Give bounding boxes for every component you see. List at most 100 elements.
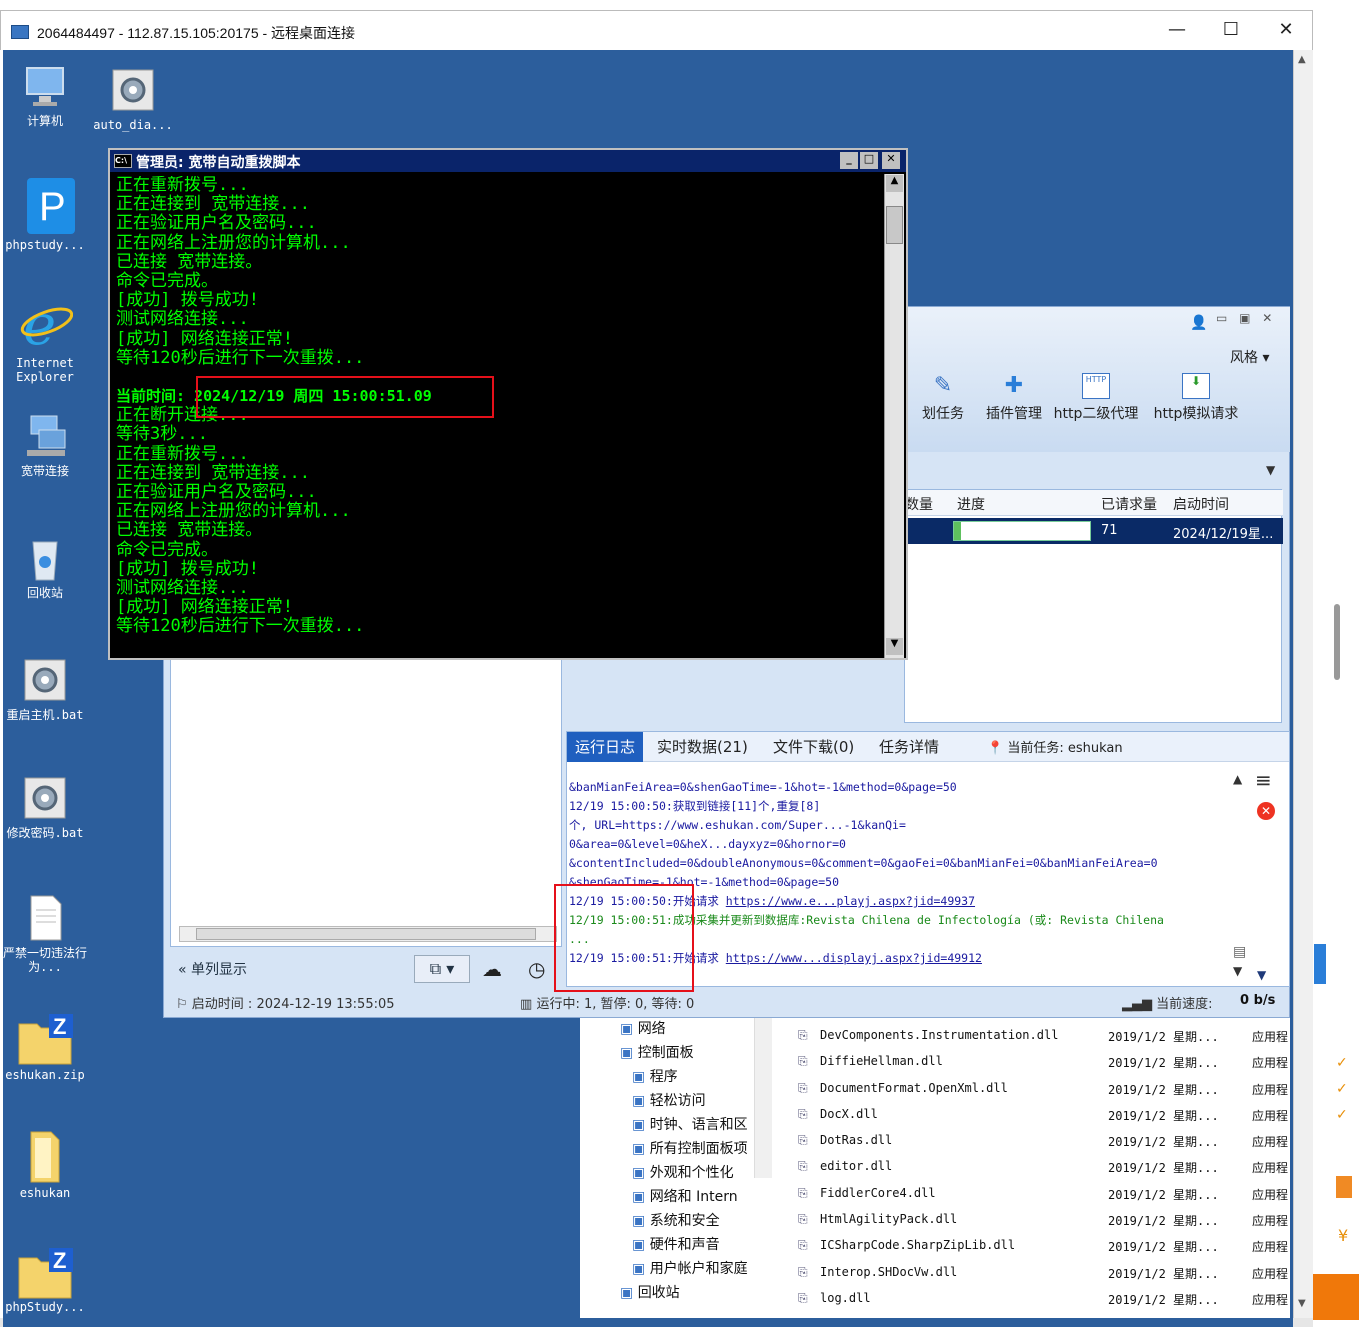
sitemap-dropdown-button[interactable]: ⧉ ▾ [414,955,470,983]
tab-realtime-data[interactable]: 实时数据(21) [657,736,748,757]
cloud-download-icon[interactable]: ☁ [482,957,502,981]
cmd-close-button[interactable]: ✕ [882,152,900,169]
left-panel-hscrollbar[interactable] [179,926,557,942]
outer-scrollbar-thumb[interactable] [1334,604,1340,680]
file-row[interactable]: ⎘ FiddlerCore4.dll 2019/1/2 星期... 应用程 [798,1186,1288,1212]
svg-text:Z: Z [53,1014,66,1039]
tree-item[interactable]: ▣ 用户帐户和家庭 [600,1258,780,1282]
file-name: HtmlAgilityPack.dll [820,1212,958,1227]
tree-item[interactable]: ▣ 轻松访问 [600,1090,780,1114]
desktop-icon-eshukan-folder[interactable]: eshukan [3,1126,87,1200]
style-menu[interactable]: 风格 ▾ [1230,347,1269,367]
tree-scrollbar[interactable] [754,1018,772,1178]
cmd-line: 等待3秒... [116,424,208,445]
tree-item[interactable]: ▣ 控制面板 [600,1042,780,1066]
log-scroll-up-icon[interactable]: ▲ [1233,772,1242,786]
dll-file-icon: ⎘ [798,1028,808,1042]
scroll-down-arrow-icon[interactable]: ▼ [1298,1298,1306,1309]
desktop-icon-auto-dial[interactable]: auto_dia... [91,66,175,132]
col-count[interactable]: 数量 [905,494,933,514]
running-status-text: 运行中: 1, 暂停: 0, 等待: 0 [536,997,695,1012]
col-progress[interactable]: 进度 [957,494,985,514]
file-date: 2019/1/2 星期... [1108,1187,1219,1202]
desktop-icon-label: phpStudy... [5,1300,85,1314]
log-line-text: 12/19 15:00:50:获取到链接[11]个,重复[8] [569,799,821,813]
desktop-icon-text-file[interactable]: 严禁一切违法行为... [3,894,87,974]
tree-item[interactable]: ▣ 时钟、语言和区 [600,1114,780,1138]
close-button[interactable]: ✕ [1266,15,1306,45]
single-column-toggle[interactable]: « 单列显示 [178,959,247,979]
desktop-icon-recycle-bin[interactable]: 回收站 [3,534,87,600]
col-requested[interactable]: 已请求量 [1101,494,1157,514]
tree-item[interactable]: ▣ 网络 [600,1018,780,1042]
ribbon-button-http-proxy[interactable]: HTTP http二级代理 [1038,373,1154,423]
dll-file-icon: ⎘ [798,1133,808,1148]
recycle-bin-icon [21,534,69,582]
tab-run-log[interactable]: 运行日志 [567,732,644,762]
file-row[interactable]: ⎘ DiffieHellman.dll 2019/1/2 星期... 应用程 [798,1054,1288,1080]
file-row[interactable]: ⎘ HtmlAgilityPack.dll 2019/1/2 星期... 应用程 [798,1212,1288,1238]
scroll-up-arrow-icon[interactable]: ▲ [1298,54,1306,65]
single-column-label: 单列显示 [191,962,248,978]
clear-log-icon[interactable]: ✕ [1257,802,1275,820]
file-type: 应用程 [1252,1214,1289,1229]
desktop-icon-ie[interactable]: e Internet Explorer [3,293,87,384]
gear-file-icon [21,656,69,704]
file-row[interactable]: ⎘ DocX.dll 2019/1/2 星期... 应用程 [798,1107,1288,1133]
cmd-scrollbar[interactable]: ▲ ▼ [884,174,904,658]
tree-item[interactable]: ▣ 所有控制面板项 [600,1138,780,1162]
clock-icon[interactable]: ◷ [528,957,545,981]
file-row[interactable]: ⎘ log.dll 2019/1/2 星期... 应用程 [798,1291,1288,1317]
collapse-arrow-icon[interactable]: ▼ [1266,463,1275,477]
ribbon-window-controls[interactable]: ▭ ▣ ✕ [1216,311,1276,325]
log-scroll-thumb[interactable]: ▤ [1233,944,1246,960]
cmd-scroll-thumb[interactable] [886,206,903,244]
tree-item[interactable]: ▣ 系统和安全 [600,1210,780,1234]
cmd-icon: C:\ [114,154,132,168]
cmd-title: 管理员: 宽带自动重拨脚本 [136,155,301,171]
desktop-icon-computer[interactable]: 计算机 [3,62,87,128]
file-name: log.dll [820,1290,871,1305]
maximize-button[interactable]: ☐ [1211,15,1251,45]
tree-item[interactable]: ▣ 程序 [600,1066,780,1090]
user-icon[interactable]: 👤 [1190,315,1207,331]
cmd-line: 命令已完成。 [116,539,218,560]
menu-icon[interactable]: ≡ [1255,768,1272,792]
log-line-link[interactable]: https://www.e...playj.aspx?jid=49937 [726,894,975,908]
scrollbar-thumb[interactable] [196,928,536,940]
minimize-button[interactable]: — [1157,15,1197,45]
outer-orange-button[interactable] [1313,1274,1359,1320]
file-row[interactable]: ⎘ DotRas.dll 2019/1/2 星期... 应用程 [798,1133,1288,1159]
tree-item[interactable]: ▣ 硬件和声音 [600,1234,780,1258]
tab-file-download[interactable]: 文件下载(0) [773,736,854,757]
ribbon-button-http-request[interactable]: ⬇ http模拟请求 [1144,373,1248,423]
cmd-maximize-button[interactable]: □ [860,152,878,169]
desktop-icon-eshukan-zip[interactable]: Z eshukan.zip [3,1008,87,1082]
file-row[interactable]: ⎘ DocumentFormat.OpenXml.dll 2019/1/2 星期..… [798,1081,1288,1107]
cmd-scroll-down-icon[interactable]: ▼ [886,638,903,655]
desktop-icon-change-password-bat[interactable]: 修改密码.bat [3,774,87,840]
col-start-time[interactable]: 启动时间 [1173,494,1229,514]
desktop-icon-phpstudy-zip[interactable]: Z phpStudy... [3,1242,87,1314]
file-row[interactable]: ⎘ DevComponents.Instrumentation.dll 2019/1… [798,1028,1288,1054]
file-name: DiffieHellman.dll [820,1054,943,1069]
cmd-scroll-up-icon[interactable]: ▲ [886,175,903,192]
tree-item[interactable]: ▣ 网络和 Intern [600,1186,780,1210]
log-line-link[interactable]: https://www...displayj.aspx?jid=49912 [726,951,982,965]
style-label: 风格 [1230,350,1258,366]
desktop-icon-phpstudy[interactable]: P phpstudy... [3,176,87,252]
tree-item[interactable]: ▣ 外观和个性化 [600,1162,780,1186]
rdp-vertical-scrollbar[interactable]: ▲ ▼ [1293,50,1313,1320]
file-row[interactable]: ⎘ ICSharpCode.SharpZipLib.dll 2019/1/2 星期.… [798,1238,1288,1264]
cmd-minimize-button[interactable]: _ [840,152,858,169]
file-row[interactable]: ⎘ editor.dll 2019/1/2 星期... 应用程 [798,1159,1288,1185]
desktop-icon-broadband[interactable]: 宽带连接 [3,412,87,478]
expand-down-icon[interactable]: ▼ [1257,968,1266,982]
file-row[interactable]: ⎘ Interop.SHDocVw.dll 2019/1/2 星期... 应用程 [798,1265,1288,1291]
tree-item[interactable]: ▣ 回收站 [600,1282,780,1306]
log-scroll-down-icon[interactable]: ▼ [1233,964,1242,978]
cmd-line: 等待120秒后进行下一次重拨... [116,347,365,368]
tab-task-detail[interactable]: 任务详情 [879,736,939,757]
desktop-icon-restart-bat[interactable]: 重启主机.bat [3,656,87,722]
table-row[interactable]: 71 2024/12/19星... [905,518,1283,544]
